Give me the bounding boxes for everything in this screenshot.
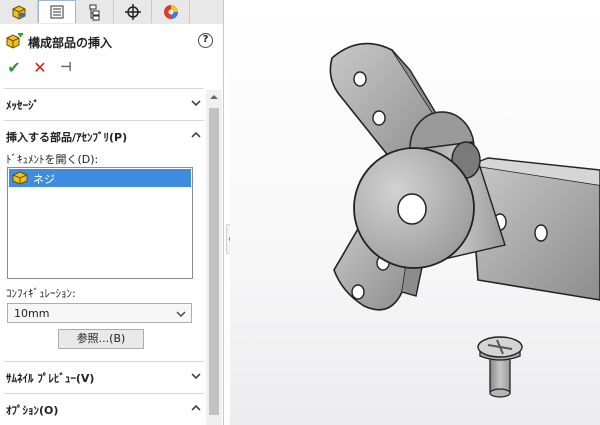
configuration-value: 10mm — [14, 307, 50, 320]
display-manager-icon — [163, 4, 178, 19]
help-icon[interactable]: ? — [198, 33, 213, 48]
screw-part — [477, 336, 523, 398]
chevron-up-icon — [191, 404, 201, 411]
pin-button[interactable]: ⊣ — [56, 58, 76, 78]
cancel-button[interactable]: ✕ — [30, 58, 50, 78]
open-documents-label: ﾄﾞｷｭﾒﾝﾄを開く(D): — [6, 153, 99, 166]
action-bar: ✔ ✕ ⊣ — [0, 56, 223, 80]
tab-dimxpert[interactable] — [114, 0, 152, 23]
scrollbar-thumb[interactable] — [209, 108, 219, 415]
divider — [4, 88, 204, 89]
manager-tabs — [0, 0, 223, 24]
panel-scrollbar[interactable] — [206, 90, 222, 425]
graphics-viewport[interactable] — [230, 0, 600, 425]
divider — [4, 120, 204, 121]
assembly-model — [329, 42, 600, 398]
document-name: ネジ — [33, 173, 55, 186]
section-insert-header[interactable]: 挿入する部品/ｱｾﾝﾌﾞﾘ(P) — [6, 125, 204, 145]
part-icon — [12, 171, 28, 185]
insert-component-icon — [6, 33, 23, 49]
configuration-label: ｺﾝﾌｨｷﾞｭﾚｰｼｮﾝ: — [6, 287, 76, 300]
tab-feature-manager[interactable] — [0, 0, 38, 23]
chevron-up-icon — [191, 131, 201, 138]
configuration-select[interactable]: 10mm — [7, 303, 192, 323]
chevron-down-icon — [176, 311, 186, 317]
section-thumbnail-header[interactable]: ｻﾑﾈｲﾙ ﾌﾟﾚﾋﾞｭｰ(V) — [6, 366, 204, 386]
section-insert-label: 挿入する部品/ｱｾﾝﾌﾞﾘ(P) — [6, 131, 128, 144]
divider — [4, 361, 204, 362]
section-options-header[interactable]: ｵﾌﾟｼｮﾝ(O) — [6, 398, 204, 418]
section-thumbnail-label: ｻﾑﾈｲﾙ ﾌﾟﾚﾋﾞｭｰ(V) — [6, 372, 95, 385]
configuration-manager-icon — [89, 4, 99, 20]
browse-button[interactable]: 参照...(B) — [58, 329, 144, 349]
front-disk — [353, 147, 475, 269]
property-manager-panel: 構成部品の挿入 ? ✔ ✕ ⊣ ﾒｯｾｰｼﾞ 挿入する部品/ｱｾﾝﾌﾞﾘ(P) … — [0, 0, 224, 425]
ok-button[interactable]: ✔ — [4, 58, 24, 78]
tab-configuration-manager[interactable] — [76, 0, 114, 23]
section-message-header[interactable]: ﾒｯｾｰｼﾞ — [6, 93, 204, 113]
feature-manager-icon — [12, 4, 25, 20]
open-documents-list[interactable]: ネジ — [7, 167, 193, 279]
chevron-down-icon — [191, 100, 201, 107]
section-message-label: ﾒｯｾｰｼﾞ — [6, 99, 39, 112]
tab-property-manager[interactable] — [38, 0, 76, 23]
scroll-up-icon[interactable] — [206, 90, 222, 104]
page-title: 構成部品の挿入 — [28, 36, 113, 50]
list-item[interactable]: ネジ — [9, 169, 191, 187]
chevron-down-icon — [191, 373, 201, 380]
property-manager-icon — [50, 5, 64, 19]
tab-display-manager[interactable] — [152, 0, 190, 23]
section-options-label: ｵﾌﾟｼｮﾝ(O) — [6, 404, 59, 417]
pm-title-row: 構成部品の挿入 ? — [0, 28, 223, 54]
dimxpert-icon — [124, 3, 141, 20]
divider — [4, 393, 204, 394]
